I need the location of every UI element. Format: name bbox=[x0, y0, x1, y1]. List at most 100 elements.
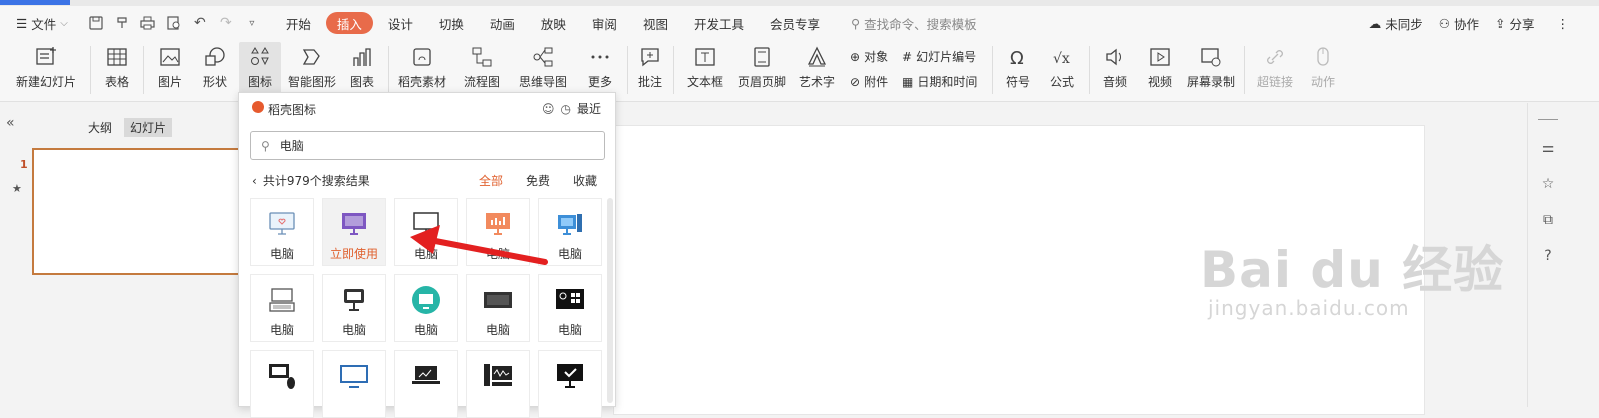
icon-result[interactable]: 电脑 bbox=[394, 274, 458, 342]
flowchart-button[interactable]: 流程图 bbox=[458, 42, 506, 98]
tab-member[interactable]: 会员专享 bbox=[759, 12, 831, 34]
tab-outline[interactable]: 大纲 bbox=[82, 118, 118, 137]
save-icon[interactable] bbox=[88, 15, 104, 31]
filter-favorites[interactable]: 收藏 bbox=[573, 172, 597, 189]
icon-result[interactable]: 电脑 bbox=[394, 198, 458, 266]
collab-button[interactable]: ⚇ 协作 bbox=[1439, 14, 1479, 33]
filter-all[interactable]: 全部 bbox=[479, 172, 503, 189]
tab-slideshow[interactable]: 放映 bbox=[530, 12, 577, 34]
icon-result[interactable]: 电脑 bbox=[466, 198, 530, 266]
datetime-button[interactable]: ▦ 日期和时间 bbox=[902, 73, 977, 90]
icon-result[interactable] bbox=[250, 350, 314, 418]
format-painter-icon[interactable] bbox=[114, 15, 130, 31]
icon-result[interactable]: 电脑 bbox=[466, 274, 530, 342]
icon-result[interactable]: 电脑 bbox=[538, 198, 602, 266]
star-icon[interactable]: ☆ bbox=[1539, 175, 1557, 193]
object-icon: ⊕ bbox=[850, 49, 861, 64]
icon-search-input[interactable]: ⚲ 电脑 bbox=[250, 131, 605, 160]
search-icon: ⚲ bbox=[261, 138, 270, 153]
monitor-outline-icon bbox=[413, 212, 439, 235]
tab-slides[interactable]: 幻灯片 bbox=[124, 118, 173, 137]
tab-insert[interactable]: 插入 bbox=[325, 12, 373, 34]
collapse-panel-icon[interactable]: « bbox=[6, 115, 15, 131]
monitor-dark-icon bbox=[344, 289, 364, 311]
hyperlink-button[interactable]: 超链接 bbox=[1252, 42, 1298, 98]
icon-result[interactable]: 电脑 bbox=[538, 274, 602, 342]
icon-panel-scrollbar[interactable] bbox=[607, 198, 613, 403]
monitor-blue-outline-icon bbox=[340, 365, 368, 388]
icon-result[interactable] bbox=[322, 350, 386, 418]
object-button[interactable]: ⊕ 对象 bbox=[850, 48, 888, 65]
icon-result[interactable] bbox=[538, 350, 602, 418]
monitor-teal-icon bbox=[412, 286, 440, 314]
tab-animations[interactable]: 动画 bbox=[479, 12, 526, 34]
picture-button[interactable]: 图片 bbox=[150, 42, 190, 98]
mindmap-button[interactable]: 思维导图 bbox=[513, 42, 573, 98]
datetime-label: 日期和时间 bbox=[917, 75, 978, 89]
active-window-indicator bbox=[0, 0, 70, 5]
slide-number-button[interactable]: # 幻灯片编号 bbox=[902, 48, 976, 65]
icon-result-hovered[interactable]: 立即使用 bbox=[322, 198, 386, 266]
properties-icon[interactable]: ⚌ bbox=[1539, 139, 1557, 157]
chart-button[interactable]: 图表 bbox=[343, 42, 381, 98]
audio-button[interactable]: 音频 bbox=[1095, 42, 1135, 98]
textbox-button[interactable]: 文本框 bbox=[680, 42, 730, 98]
symbol-button[interactable]: Ω 符号 bbox=[998, 42, 1038, 98]
more-button[interactable]: 更多 bbox=[580, 42, 620, 98]
recent-link[interactable]: 最近 bbox=[577, 100, 601, 117]
more-icon bbox=[591, 55, 609, 59]
redo-icon[interactable]: ↷ bbox=[218, 15, 234, 31]
share-button[interactable]: ⇪ 分享 bbox=[1495, 14, 1535, 33]
chat-icon[interactable]: ☺ bbox=[542, 102, 555, 116]
monitor-grid-icon bbox=[556, 289, 584, 309]
icon-result[interactable]: 电脑 bbox=[250, 198, 314, 266]
tab-review[interactable]: 审阅 bbox=[581, 12, 628, 34]
tab-home[interactable]: 开始 bbox=[275, 12, 322, 34]
command-search[interactable]: ⚲ 查找命令、搜索模板 bbox=[851, 14, 977, 33]
svg-text:Ω: Ω bbox=[1010, 48, 1024, 68]
new-slide-icon bbox=[36, 47, 56, 65]
use-now-label[interactable]: 立即使用 bbox=[330, 245, 378, 262]
shape-button[interactable]: 形状 bbox=[194, 42, 236, 98]
new-slide-label: 新建幻灯片 bbox=[15, 75, 76, 89]
quick-access-dropdown-icon[interactable]: ▿ bbox=[244, 15, 260, 31]
icon-result[interactable] bbox=[394, 350, 458, 418]
daoke-material-button[interactable]: 稻壳素材 bbox=[396, 42, 448, 98]
help-icon[interactable]: ? bbox=[1539, 247, 1557, 265]
undo-icon[interactable]: ↶ bbox=[192, 15, 208, 31]
formula-label: 公式 bbox=[1049, 75, 1074, 89]
filter-free[interactable]: 免费 bbox=[526, 172, 550, 189]
daoke-logo-icon bbox=[252, 101, 264, 113]
new-slide-button[interactable]: 新建幻灯片 bbox=[8, 42, 84, 98]
result-back[interactable]: ‹ 共计979个搜索结果 bbox=[252, 172, 370, 189]
icon-button[interactable]: 图标 bbox=[239, 42, 281, 98]
attachment-button[interactable]: ⊘ 附件 bbox=[850, 73, 888, 90]
comment-icon bbox=[641, 48, 659, 67]
mouse-icon bbox=[1317, 47, 1329, 66]
print-icon[interactable] bbox=[140, 15, 156, 31]
action-button[interactable]: 动作 bbox=[1306, 42, 1340, 98]
ribbon-divider bbox=[673, 46, 674, 94]
duplicate-icon[interactable]: ⧉ bbox=[1539, 211, 1557, 229]
print-preview-icon[interactable] bbox=[166, 15, 182, 31]
icon-result[interactable]: 电脑 bbox=[250, 274, 314, 342]
icon-result[interactable]: 电脑 bbox=[322, 274, 386, 342]
screen-record-button[interactable]: 屏幕录制 bbox=[1186, 42, 1236, 98]
tab-design[interactable]: 设计 bbox=[377, 12, 424, 34]
formula-button[interactable]: √x 公式 bbox=[1043, 42, 1081, 98]
header-footer-button[interactable]: 页眉页脚 bbox=[736, 42, 788, 98]
comment-button[interactable]: 批注 bbox=[633, 42, 667, 98]
more-options-icon[interactable]: ⋮ bbox=[1557, 16, 1570, 31]
slide-thumbnail[interactable] bbox=[32, 148, 242, 275]
tab-transitions[interactable]: 切换 bbox=[428, 12, 475, 34]
icon-result[interactable] bbox=[466, 350, 530, 418]
tab-developer[interactable]: 开发工具 bbox=[683, 12, 755, 34]
monitor-chart-icon bbox=[486, 213, 510, 235]
file-menu[interactable]: ☰ 文件 ⌵ bbox=[10, 11, 74, 35]
video-button[interactable]: 视频 bbox=[1140, 42, 1180, 98]
tab-view[interactable]: 视图 bbox=[632, 12, 679, 34]
sync-status[interactable]: ☁ 未同步 bbox=[1369, 14, 1423, 33]
table-button[interactable]: 表格 bbox=[97, 42, 137, 98]
smart-art-button[interactable]: 智能图形 bbox=[287, 42, 337, 98]
wordart-button[interactable]: 艺术字 bbox=[794, 42, 840, 98]
